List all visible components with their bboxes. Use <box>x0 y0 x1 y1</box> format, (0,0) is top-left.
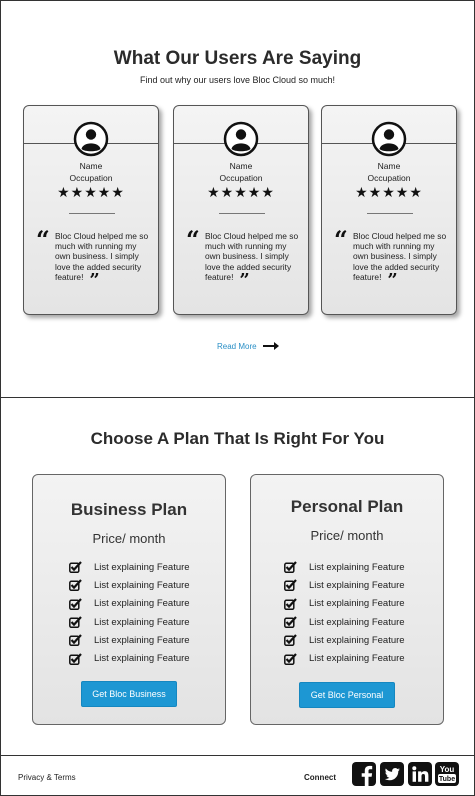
testimonial-quote: Bloc Cloud helped me so much with runnin… <box>205 231 301 289</box>
separator <box>69 213 115 214</box>
checkbox-checked-icon <box>69 652 82 665</box>
feature-text: List explaining Feature <box>94 579 190 591</box>
read-more-label: Read More <box>217 341 257 351</box>
reviewer-name: Name <box>377 161 401 171</box>
read-more-link[interactable]: Read More <box>217 341 279 351</box>
feature-item: List explaining Feature <box>284 576 405 594</box>
feature-item: List explaining Feature <box>69 631 190 649</box>
checkbox-checked-icon <box>69 616 82 629</box>
testimonial-card: Name Occupation ★★★★★ “ Bloc Cloud helpe… <box>173 105 309 315</box>
feature-item: List explaining Feature <box>69 649 190 667</box>
youtube-logo-you: You <box>440 765 455 774</box>
checkbox-checked-icon <box>69 634 82 647</box>
reviewer-occupation: Occupation <box>219 173 263 183</box>
plan-name: Business Plan <box>70 500 188 519</box>
feature-item: List explaining Feature <box>284 649 405 667</box>
checkbox-checked-icon <box>69 579 82 592</box>
star-rating: ★★★★★ <box>57 184 125 200</box>
get-bloc-business-button[interactable]: Get Bloc Business <box>81 681 177 707</box>
plans-title: Choose A Plan That Is Right For You <box>90 429 385 448</box>
testimonials-title: What Our Users Are Saying <box>113 48 362 69</box>
plan-price: Price/ month <box>310 528 384 543</box>
checkbox-checked-icon <box>284 652 297 665</box>
user-avatar-icon <box>73 121 109 157</box>
plan-name: Personal Plan <box>290 497 404 516</box>
checkbox-checked-icon <box>69 597 82 610</box>
feature-text: List explaining Feature <box>94 653 190 665</box>
testimonials-section: What Our Users Are Saying Find out why o… <box>0 0 475 398</box>
feature-item: List explaining Feature <box>284 613 405 631</box>
feature-item: List explaining Feature <box>284 631 405 649</box>
checkbox-checked-icon <box>284 561 297 574</box>
testimonial-quote-text: Bloc Cloud helped me so much with runnin… <box>55 231 149 282</box>
feature-text: List explaining Feature <box>94 561 190 573</box>
separator <box>367 213 413 214</box>
feature-item: List explaining Feature <box>69 558 190 576</box>
feature-list: List explaining Feature List explaining … <box>69 558 190 668</box>
footer: Privacy & Terms Connect You Tube <box>0 755 475 796</box>
twitter-icon[interactable] <box>380 762 404 786</box>
feature-text: List explaining Feature <box>94 634 190 646</box>
reviewer-occupation: Occupation <box>367 173 411 183</box>
youtube-logo-tube: Tube <box>439 776 455 783</box>
testimonial-card: Name Occupation ★★★★★ “ Bloc Cloud helpe… <box>321 105 457 315</box>
checkbox-checked-icon <box>69 561 82 574</box>
star-rating: ★★★★★ <box>207 184 275 200</box>
separator <box>219 213 265 214</box>
user-avatar-icon <box>223 121 259 157</box>
business-plan-card: Business Plan Price/ month List explaini… <box>32 474 226 725</box>
checkbox-checked-icon <box>284 579 297 592</box>
checkbox-checked-icon <box>284 616 297 629</box>
close-quote-icon: ” <box>89 269 100 291</box>
open-quote-icon: “ <box>334 225 348 254</box>
youtube-icon[interactable]: You Tube <box>435 762 459 786</box>
get-bloc-personal-button[interactable]: Get Bloc Personal <box>299 682 395 708</box>
feature-item: List explaining Feature <box>284 595 405 613</box>
feature-list: List explaining Feature List explaining … <box>284 558 405 668</box>
feature-text: List explaining Feature <box>309 634 405 646</box>
reviewer-name: Name <box>229 161 253 171</box>
feature-text: List explaining Feature <box>309 653 405 665</box>
open-quote-icon: “ <box>186 225 200 254</box>
plans-section: Choose A Plan That Is Right For You Busi… <box>0 397 475 756</box>
testimonial-quote-text: Bloc Cloud helped me so much with runnin… <box>353 231 447 282</box>
testimonial-quote: Bloc Cloud helped me so much with runnin… <box>55 231 151 289</box>
reviewer-occupation: Occupation <box>69 173 113 183</box>
feature-text: List explaining Feature <box>309 598 405 610</box>
reviewer-name: Name <box>79 161 103 171</box>
checkbox-checked-icon <box>284 597 297 610</box>
feature-item: List explaining Feature <box>69 595 190 613</box>
testimonials-subtitle: Find out why our users love Bloc Cloud s… <box>139 75 336 85</box>
checkbox-checked-icon <box>284 634 297 647</box>
user-avatar-icon <box>371 121 407 157</box>
personal-plan-card: Personal Plan Price/ month List explaini… <box>250 474 444 725</box>
close-quote-icon: ” <box>387 269 398 291</box>
testimonial-quote: Bloc Cloud helped me so much with runnin… <box>353 231 449 289</box>
feature-text: List explaining Feature <box>309 561 405 573</box>
facebook-icon[interactable] <box>352 762 376 786</box>
connect-label: Connect <box>304 773 336 782</box>
privacy-terms-link[interactable]: Privacy & Terms <box>18 773 76 782</box>
feature-text: List explaining Feature <box>94 598 190 610</box>
feature-item: List explaining Feature <box>69 576 190 594</box>
arrow-right-icon <box>262 342 279 350</box>
testimonial-quote-text: Bloc Cloud helped me so much with runnin… <box>205 231 299 282</box>
open-quote-icon: “ <box>36 225 50 254</box>
plan-price: Price/ month <box>92 531 166 546</box>
feature-item: List explaining Feature <box>69 613 190 631</box>
close-quote-icon: ” <box>239 269 250 291</box>
linkedin-icon[interactable] <box>408 762 432 786</box>
feature-text: List explaining Feature <box>309 579 405 591</box>
feature-item: List explaining Feature <box>284 558 405 576</box>
feature-text: List explaining Feature <box>309 616 405 628</box>
testimonial-card: Name Occupation ★★★★★ “ Bloc Cloud helpe… <box>23 105 159 315</box>
feature-text: List explaining Feature <box>94 616 190 628</box>
star-rating: ★★★★★ <box>355 184 423 200</box>
